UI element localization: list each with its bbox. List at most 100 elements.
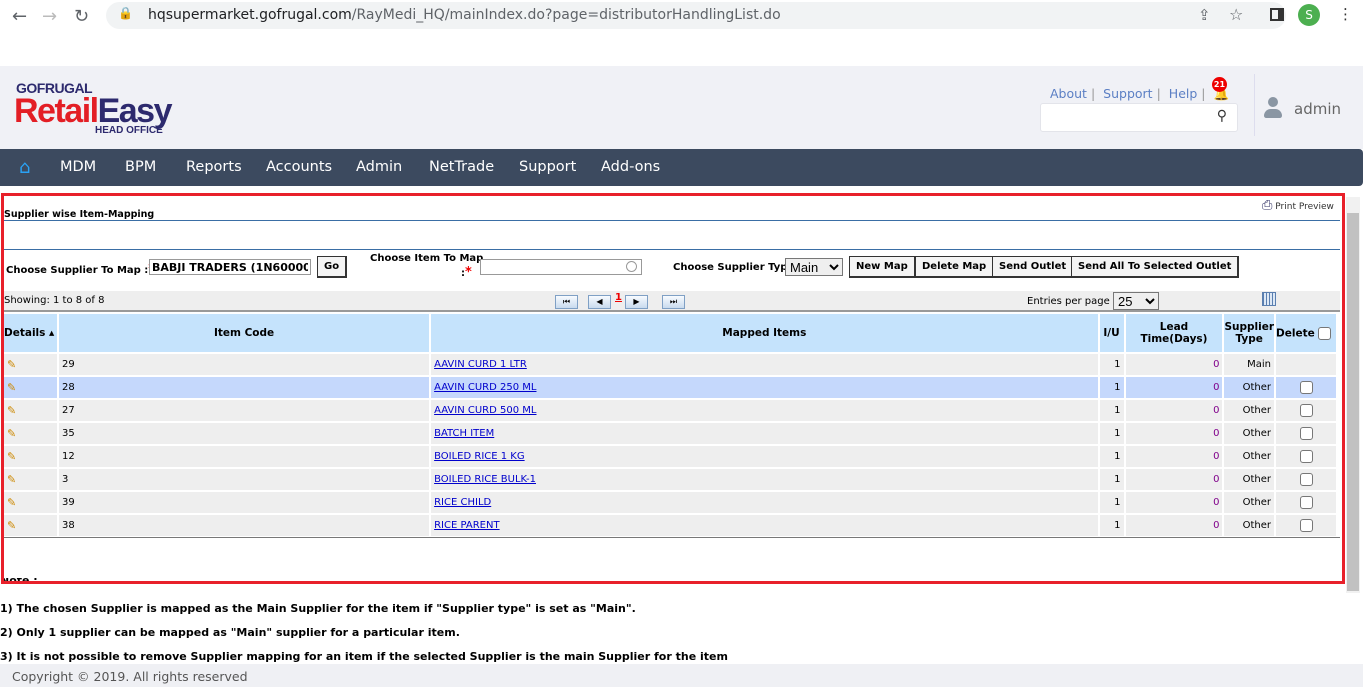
send-all-button[interactable]: Send All To Selected Outlet [1071,256,1240,278]
new-map-button[interactable]: New Map [849,256,916,278]
edit-icon[interactable]: ✎ [7,450,16,463]
table-row[interactable]: ✎ 39 RICE CHILD 1 0 Other [4,492,1336,513]
delete-cell [1276,377,1336,398]
mapped-item-link[interactable]: BOILED RICE BULK-1 [434,474,536,485]
mapped-item-link[interactable]: AAVIN CURD 250 ML [434,382,536,393]
user-icon[interactable] [1264,97,1282,121]
table-row[interactable]: ✎ 3 BOILED RICE BULK-1 1 0 Other [4,469,1336,490]
current-page[interactable]: 1 [615,292,622,303]
next-page-button[interactable]: ▶ [625,295,648,309]
search-icon[interactable]: ⚲ [1217,108,1227,124]
mapped-item-link[interactable]: RICE CHILD [434,497,491,508]
delete-checkbox[interactable] [1299,450,1313,463]
delete-checkbox[interactable] [1299,427,1313,440]
supplier-type-value: Other [1224,492,1275,513]
details-cell[interactable]: ✎ [4,423,57,444]
table-row[interactable]: ✎ 12 BOILED RICE 1 KG 1 0 Other [4,446,1336,467]
delete-map-button[interactable]: Delete Map [915,256,995,278]
divider [4,220,1340,221]
search-input[interactable]: ⚲ [1040,103,1238,132]
notification-badge: 21 [1212,77,1227,92]
supplier-type-select[interactable]: Main [785,258,843,276]
details-cell[interactable]: ✎ [4,377,57,398]
calculator-icon[interactable] [1262,292,1276,306]
mapped-item-link[interactable]: BOILED RICE 1 KG [434,451,525,462]
edit-icon[interactable]: ✎ [7,404,16,417]
send-outlet-button[interactable]: Send Outlet [992,256,1075,278]
url-host: hqsupermarket.gofrugal.com [148,7,352,23]
iu-value: 1 [1099,492,1124,513]
edit-icon[interactable]: ✎ [7,358,16,371]
details-cell[interactable]: ✎ [4,446,57,467]
table-row[interactable]: ✎ 28 AAVIN CURD 250 ML 1 0 Other [4,377,1336,398]
nav-mdm[interactable]: MDM [60,159,96,175]
table-row[interactable]: ✎ 29 AAVIN CURD 1 LTR 1 0 Main [4,354,1336,375]
support-link[interactable]: Support [1103,86,1152,101]
entries-select[interactable]: 25 [1113,292,1159,310]
nav-accounts[interactable]: Accounts [266,159,332,175]
item-input[interactable] [480,259,642,275]
last-page-button[interactable]: ⏭ [662,295,685,309]
menu-icon[interactable]: ⋮ [1338,5,1353,23]
star-icon[interactable]: ☆ [1229,5,1243,24]
col-mapped-items[interactable]: Mapped Items [431,314,1098,352]
edit-icon[interactable]: ✎ [7,473,16,486]
details-cell[interactable]: ✎ [4,469,57,490]
first-page-button[interactable]: ⏮ [555,295,578,309]
share-icon[interactable]: ⇪ [1198,6,1211,24]
address-bar[interactable]: 🔒 hqsupermarket.gofrugal.com/RayMedi_HQ/… [106,2,1286,29]
note-3: 3) It is not possible to remove Supplier… [0,650,728,663]
about-link[interactable]: About [1050,86,1087,101]
mapped-item-link[interactable]: RICE PARENT [434,520,499,531]
home-icon[interactable]: ⌂ [19,157,30,178]
pager-bar: Showing: 1 to 8 of 8 ⏮ ◀ 1 ▶ ⏭ Entries p… [4,291,1340,312]
nav-admin[interactable]: Admin [356,159,402,175]
scrollbar[interactable] [1346,197,1360,593]
prev-page-button[interactable]: ◀ [588,295,611,309]
iu-value: 1 [1099,377,1124,398]
mapped-item-link[interactable]: AAVIN CURD 1 LTR [434,359,527,370]
reload-icon[interactable]: ↻ [74,6,89,27]
go-button[interactable]: Go [317,256,348,278]
mapped-item-link[interactable]: BATCH ITEM [434,428,494,439]
nav-support[interactable]: Support [519,159,576,175]
edit-icon[interactable]: ✎ [7,381,16,394]
delete-checkbox[interactable] [1299,381,1313,394]
nav-bpm[interactable]: BPM [125,159,156,175]
nav-nettrade[interactable]: NetTrade [429,159,494,175]
select-all-checkbox[interactable] [1318,326,1332,340]
details-cell[interactable]: ✎ [4,492,57,513]
print-preview-link[interactable]: ⎙ Print Preview [1262,198,1334,213]
nav-reports[interactable]: Reports [186,159,242,175]
iu-value: 1 [1099,400,1124,421]
top-links: About | Support | Help | 🔔 [1050,86,1230,101]
supplier-input[interactable] [149,259,311,275]
profile-avatar[interactable]: S [1298,4,1320,26]
table-row[interactable]: ✎ 35 BATCH ITEM 1 0 Other [4,423,1336,444]
mapped-item-cell: RICE CHILD [431,492,1098,513]
edit-icon[interactable]: ✎ [7,427,16,440]
lead-time-value: 0 [1125,377,1223,398]
edit-icon[interactable]: ✎ [7,496,16,509]
supplier-type-value: Other [1224,446,1275,467]
help-link[interactable]: Help [1169,86,1198,101]
delete-checkbox[interactable] [1299,519,1313,532]
username[interactable]: admin [1294,100,1341,118]
forward-icon[interactable]: → [42,6,57,27]
details-cell[interactable]: ✎ [4,400,57,421]
back-icon[interactable]: ← [12,6,27,27]
edit-icon[interactable]: ✎ [7,519,16,532]
table-row[interactable]: ✎ 27 AAVIN CURD 500 ML 1 0 Other [4,400,1336,421]
mapped-item-link[interactable]: AAVIN CURD 500 ML [434,405,536,416]
col-details[interactable]: Details ▴ [4,314,57,352]
delete-checkbox[interactable] [1299,473,1313,486]
table-row[interactable]: ✎ 38 RICE PARENT 1 0 Other [4,515,1336,536]
delete-checkbox[interactable] [1299,404,1313,417]
col-item-code[interactable]: Item Code [58,314,430,352]
nav-addons[interactable]: Add-ons [601,159,660,175]
details-cell[interactable]: ✎ [4,515,57,536]
sidebar-icon[interactable] [1270,8,1284,21]
delete-checkbox[interactable] [1299,496,1313,509]
divider [4,537,1340,538]
details-cell[interactable]: ✎ [4,354,57,375]
